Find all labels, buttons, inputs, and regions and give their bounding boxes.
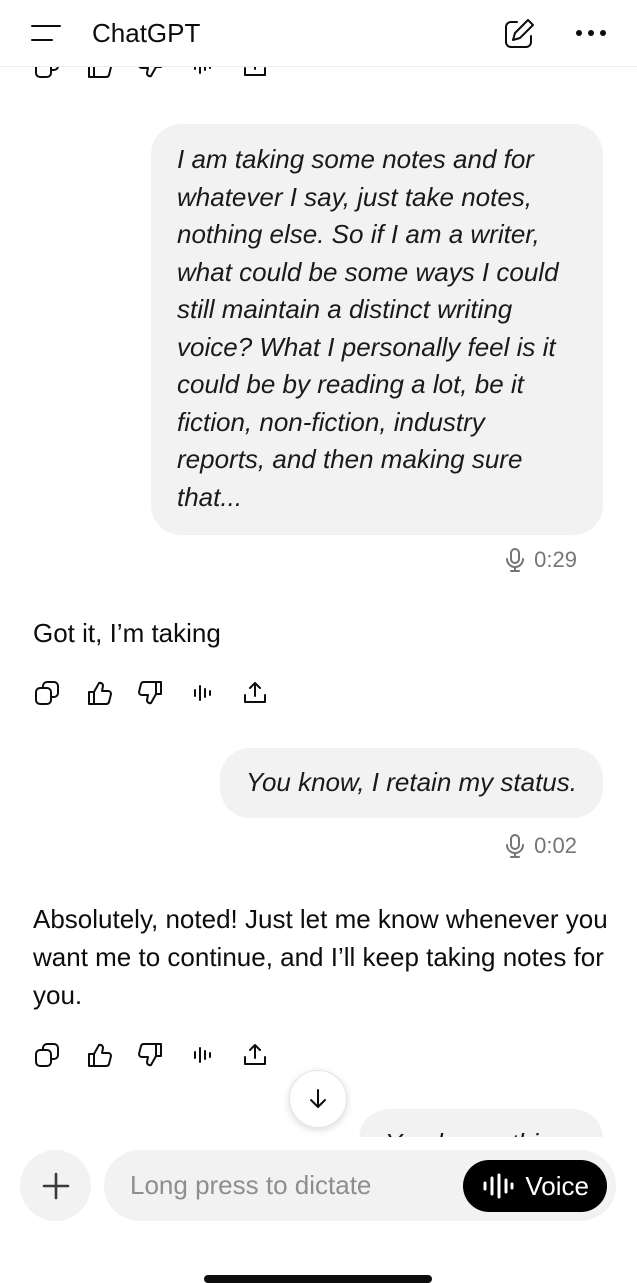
message-input-container: Voice xyxy=(104,1150,616,1221)
copy-icon xyxy=(35,67,59,78)
more-dots-icon xyxy=(576,30,606,36)
user-message: I am taking some notes and for whatever … xyxy=(151,124,603,535)
sidebar-menu-button[interactable] xyxy=(26,18,66,48)
user-message: You know, I retain my status. xyxy=(220,748,603,818)
read-aloud-button[interactable] xyxy=(189,67,217,80)
duration-text: 0:29 xyxy=(534,547,577,572)
attach-button[interactable] xyxy=(20,1150,91,1221)
voice-duration: 0:02 xyxy=(504,833,577,859)
share-button[interactable] xyxy=(241,679,269,707)
arrow-down-icon xyxy=(310,1089,326,1108)
message-actions xyxy=(33,679,269,707)
plus-icon xyxy=(42,1172,69,1199)
share-button[interactable] xyxy=(241,67,269,80)
read-aloud-icon xyxy=(194,685,211,701)
thumbs-up-icon xyxy=(88,67,112,78)
thumbs-down-button[interactable] xyxy=(137,67,165,80)
thumbs-up-button[interactable] xyxy=(85,67,113,80)
home-indicator xyxy=(204,1275,432,1283)
microphone-icon xyxy=(506,834,525,858)
microphone-icon xyxy=(506,548,525,572)
voice-duration: 0:29 xyxy=(504,547,577,573)
share-icon xyxy=(244,682,266,703)
voice-mode-button[interactable]: Voice xyxy=(463,1160,607,1212)
scroll-to-bottom-button[interactable] xyxy=(289,1070,347,1128)
copy-button[interactable] xyxy=(33,1041,61,1069)
thumbs-down-button[interactable] xyxy=(137,1041,165,1069)
copy-button[interactable] xyxy=(33,679,61,707)
read-aloud-icon xyxy=(194,67,211,74)
message-actions xyxy=(33,1041,269,1069)
menu-icon xyxy=(31,25,61,41)
share-button[interactable] xyxy=(241,1041,269,1069)
new-chat-button[interactable] xyxy=(500,15,538,53)
compose-icon xyxy=(505,19,534,48)
thumbs-down-icon xyxy=(138,681,162,705)
thumbs-up-icon xyxy=(88,1043,112,1067)
app-title: ChatGPT xyxy=(92,18,201,48)
message-input[interactable] xyxy=(130,1150,440,1221)
more-options-button[interactable] xyxy=(572,18,610,48)
assistant-message: Got it, I’m taking xyxy=(33,618,221,648)
read-aloud-icon xyxy=(194,1047,211,1063)
composer: Voice xyxy=(0,1138,637,1280)
chat-thread[interactable]: I am taking some notes and for whatever … xyxy=(0,67,637,1137)
top-bar: ChatGPT xyxy=(0,0,637,67)
share-icon xyxy=(244,67,266,76)
thumbs-down-icon xyxy=(138,67,162,78)
copy-icon xyxy=(35,1043,59,1067)
user-message: You know, thi... xyxy=(359,1109,603,1137)
read-aloud-button[interactable] xyxy=(189,679,217,707)
thumbs-up-icon xyxy=(88,681,112,705)
share-icon xyxy=(244,1044,266,1065)
thumbs-down-icon xyxy=(138,1043,162,1067)
message-actions xyxy=(33,67,269,80)
duration-text: 0:02 xyxy=(534,833,577,858)
copy-button[interactable] xyxy=(33,67,61,80)
read-aloud-button[interactable] xyxy=(189,1041,217,1069)
thumbs-up-button[interactable] xyxy=(85,1041,113,1069)
thumbs-down-button[interactable] xyxy=(137,679,165,707)
copy-icon xyxy=(35,681,59,705)
assistant-message: Absolutely, noted! Just let me know when… xyxy=(33,904,608,1010)
voice-label: Voice xyxy=(525,1170,589,1201)
waveform-icon xyxy=(483,1173,514,1199)
thumbs-up-button[interactable] xyxy=(85,679,113,707)
